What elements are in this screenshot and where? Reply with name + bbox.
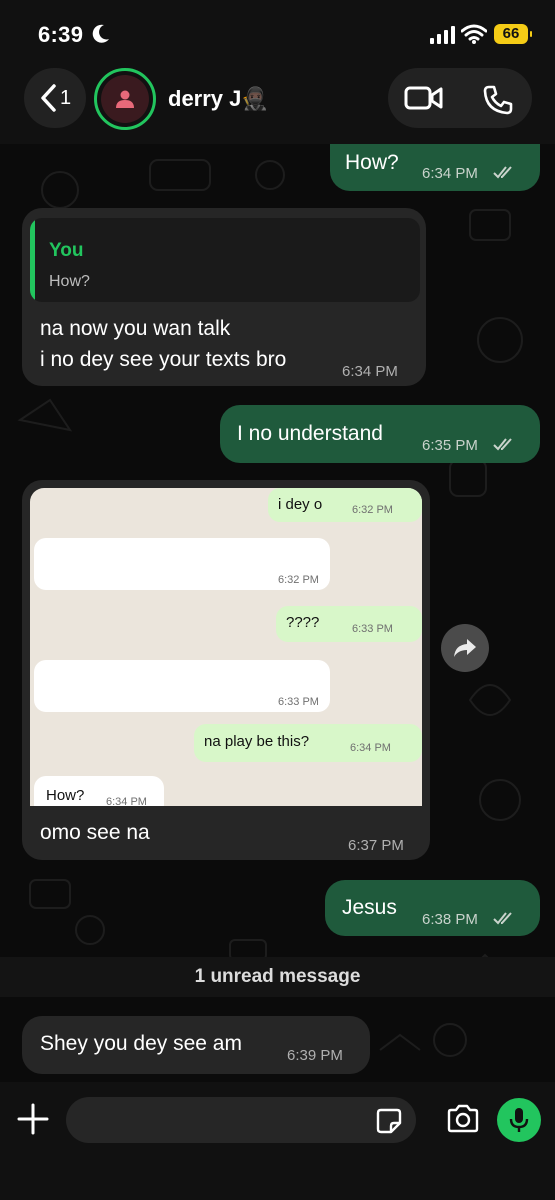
screenshot-bubble-incoming: 6:32 PM bbox=[34, 538, 330, 590]
read-receipt-icon bbox=[493, 166, 512, 179]
screenshot-time: 6:34 PM bbox=[350, 742, 391, 754]
quote-author: You bbox=[49, 240, 84, 261]
unread-label: 1 unread message bbox=[194, 966, 361, 987]
screenshot-time: 6:32 PM bbox=[278, 574, 319, 586]
message-time: 6:34 PM bbox=[342, 363, 398, 380]
voice-call-icon[interactable] bbox=[482, 84, 514, 116]
message-text-line-2: i no dey see your texts bro bbox=[40, 348, 287, 371]
forward-arrow-icon bbox=[454, 639, 476, 657]
sticker-icon[interactable] bbox=[376, 1108, 402, 1134]
screenshot-text: i dey o bbox=[278, 496, 323, 513]
screenshot-text: ???? bbox=[286, 614, 320, 631]
message-time: 6:35 PM bbox=[422, 437, 478, 454]
screenshot-time: 6:32 PM bbox=[352, 504, 393, 516]
screenshot-time: 6:33 PM bbox=[278, 696, 319, 708]
contact-name[interactable]: derry J🥷🏿 bbox=[168, 86, 269, 112]
message-time: 6:39 PM bbox=[287, 1047, 343, 1064]
back-button[interactable]: 1 bbox=[24, 68, 86, 128]
read-receipt-icon bbox=[493, 912, 512, 925]
microphone-icon bbox=[509, 1108, 529, 1132]
image-caption: omo see na bbox=[40, 821, 150, 844]
message-text: Shey you dey see am bbox=[40, 1032, 242, 1055]
screenshot-text: na play be this? bbox=[204, 733, 310, 750]
screenshot-time: 6:34 PM bbox=[106, 796, 147, 806]
attach-plus-icon[interactable] bbox=[16, 1102, 50, 1136]
image-message-incoming[interactable]: i dey o 6:32 PM 6:32 PM ???? 6:33 PM 6:3… bbox=[22, 480, 430, 860]
battery-indicator: 66 bbox=[494, 24, 532, 44]
screenshot-bubble-outgoing: ???? 6:33 PM bbox=[276, 606, 422, 642]
unread-count: 1 bbox=[59, 86, 72, 109]
video-call-icon[interactable] bbox=[404, 84, 444, 112]
quote-text: How? bbox=[49, 273, 90, 290]
message-time: 6:38 PM bbox=[422, 911, 478, 928]
battery-level: 66 bbox=[502, 25, 520, 42]
contact-avatar[interactable] bbox=[94, 68, 156, 130]
message-composer bbox=[0, 1082, 555, 1200]
message-text: Jesus bbox=[342, 896, 397, 919]
chat-header: 1 derry J🥷🏿 bbox=[0, 64, 555, 144]
screenshot-text: How? bbox=[46, 787, 85, 804]
chevron-left-icon bbox=[41, 84, 56, 112]
screenshot-bubble-incoming: 6:33 PM bbox=[34, 660, 330, 712]
quoted-reply[interactable]: You How? bbox=[30, 218, 420, 302]
message-text-line-1: na now you wan talk bbox=[40, 317, 231, 340]
moon-icon bbox=[92, 24, 109, 43]
screenshot-bubble-outgoing: na play be this? 6:34 PM bbox=[194, 724, 422, 762]
voice-message-button[interactable] bbox=[497, 1098, 541, 1142]
cellular-signal-icon bbox=[430, 26, 455, 44]
message-input[interactable] bbox=[66, 1097, 416, 1143]
message-bubble-outgoing[interactable]: Jesus 6:38 PM bbox=[325, 880, 540, 936]
status-bar: 6:39 66 bbox=[0, 0, 555, 64]
message-time: 6:37 PM bbox=[348, 837, 404, 854]
call-actions bbox=[388, 68, 532, 128]
screenshot-bubble-incoming: How? 6:34 PM bbox=[34, 776, 164, 806]
unread-messages-divider: 1 unread message bbox=[0, 957, 555, 997]
screenshot-time: 6:33 PM bbox=[352, 623, 393, 635]
message-bubble-incoming[interactable]: Shey you dey see am 6:39 PM bbox=[22, 1016, 370, 1074]
message-bubble-incoming[interactable]: You How? na now you wan talk i no dey se… bbox=[22, 208, 426, 386]
read-receipt-icon bbox=[493, 438, 512, 451]
screenshot-bubble-outgoing: i dey o 6:32 PM bbox=[268, 488, 422, 522]
message-text: I no understand bbox=[237, 422, 383, 445]
shared-screenshot-image[interactable]: i dey o 6:32 PM 6:32 PM ???? 6:33 PM 6:3… bbox=[30, 488, 422, 806]
message-text: How? bbox=[345, 151, 399, 174]
person-icon bbox=[116, 90, 134, 108]
wifi-icon bbox=[461, 24, 487, 44]
message-bubble-outgoing[interactable]: I no understand 6:35 PM bbox=[220, 405, 540, 463]
quote-accent-bar bbox=[30, 218, 35, 302]
forward-button[interactable] bbox=[441, 624, 489, 672]
message-time: 6:34 PM bbox=[422, 165, 478, 182]
camera-icon[interactable] bbox=[446, 1104, 480, 1134]
status-time: 6:39 bbox=[38, 22, 84, 47]
